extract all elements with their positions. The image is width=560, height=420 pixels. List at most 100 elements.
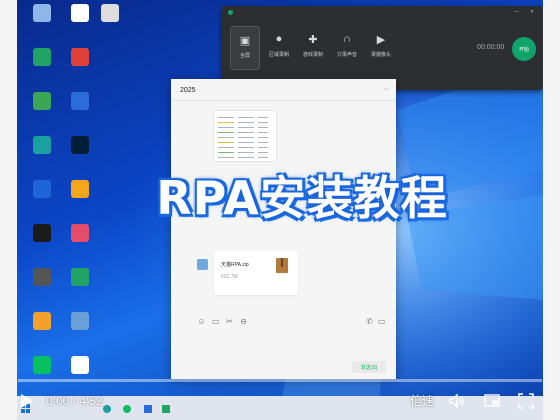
circle-icon: ● bbox=[275, 33, 283, 45]
app-icon bbox=[33, 180, 51, 198]
doc-text-line bbox=[218, 157, 234, 158]
doc-text-line bbox=[258, 122, 268, 123]
wechat-icon bbox=[33, 356, 51, 374]
current-time: 0:00 bbox=[46, 394, 70, 408]
recorder-tool-0[interactable]: ▣ 全屏 bbox=[230, 26, 260, 70]
time-separator: / bbox=[69, 394, 80, 408]
doc-text-line bbox=[238, 147, 254, 148]
player-controls: 0:00 / 4:52 倍速 bbox=[0, 388, 560, 418]
app-icon bbox=[71, 48, 89, 66]
doc-text-line bbox=[238, 152, 254, 153]
recorder-tool-4[interactable]: ▶ 录摄像头 bbox=[366, 26, 396, 70]
headphones-icon: ∩ bbox=[343, 33, 351, 45]
file-icon bbox=[101, 4, 119, 22]
desktop-icon[interactable] bbox=[25, 312, 59, 332]
app-icon bbox=[71, 224, 89, 242]
qq-icon bbox=[33, 224, 51, 242]
desktop-icon[interactable] bbox=[25, 136, 59, 156]
fullscreen-icon[interactable] bbox=[518, 393, 534, 409]
app-icon bbox=[33, 268, 51, 286]
desktop-icon[interactable] bbox=[63, 92, 97, 112]
app-icon bbox=[33, 48, 51, 66]
recording-timer: 00:00:00 bbox=[477, 44, 505, 51]
desktop-icon[interactable] bbox=[25, 4, 59, 24]
gamepad-icon: ✚ bbox=[308, 33, 318, 46]
chat-input-toolbar: ☺ ▭ ✂ ⊖ ✆ ▭ bbox=[197, 317, 387, 329]
video-player[interactable]: — ✕ ▣ 全屏 ● 区域录制 ✚ 游戏录制 ∩ 只录声音 ▶ 录摄像头 00:00:00 开始 … bbox=[0, 0, 560, 420]
recorder-tool-1[interactable]: ● 区域录制 bbox=[264, 26, 294, 70]
desktop-icon[interactable] bbox=[25, 224, 59, 244]
desktop-icon[interactable] bbox=[25, 48, 59, 68]
desktop-icon[interactable] bbox=[25, 180, 59, 200]
recorder-tool-label: 录摄像头 bbox=[370, 52, 391, 58]
picture-in-picture-icon[interactable] bbox=[484, 394, 500, 408]
recorder-tool-2[interactable]: ✚ 游戏录制 bbox=[298, 26, 328, 70]
doc-text-line bbox=[258, 142, 268, 143]
video-frame[interactable]: — ✕ ▣ 全屏 ● 区域录制 ✚ 游戏录制 ∩ 只录声音 ▶ 录摄像头 00:00:00 开始 … bbox=[17, 0, 543, 420]
time-display: 0:00 / 4:52 bbox=[46, 394, 103, 408]
zip-file-icon bbox=[276, 258, 288, 273]
file-icon bbox=[71, 356, 89, 374]
seek-bar[interactable] bbox=[18, 379, 542, 382]
chat-window: 2025 ··· 天猫RPA.zip 631.7M ☺ ▭ ✂ ⊖ ✆ ▭ 发送… bbox=[171, 79, 396, 379]
recorder-tool-3[interactable]: ∩ 只录声音 bbox=[332, 26, 362, 70]
doc-icon bbox=[71, 4, 89, 22]
desktop-icon[interactable] bbox=[25, 268, 59, 288]
minimize-icon[interactable]: — bbox=[514, 9, 519, 15]
desktop-icon[interactable] bbox=[63, 356, 97, 376]
video-call-icon[interactable]: ▭ bbox=[377, 317, 386, 326]
doc-text-line bbox=[258, 157, 268, 158]
play-button[interactable] bbox=[20, 393, 34, 409]
doc-text-line bbox=[238, 132, 254, 133]
doc-text-line bbox=[258, 127, 268, 128]
start-recording-button[interactable]: 开始 bbox=[512, 37, 536, 61]
doc-text-line bbox=[238, 117, 254, 118]
scissors-icon[interactable]: ✂ bbox=[225, 317, 234, 326]
fullscreen-icon: ▣ bbox=[239, 34, 251, 47]
history-icon[interactable]: ⊖ bbox=[239, 317, 248, 326]
doc-text-line bbox=[218, 147, 234, 148]
desktop-icon[interactable] bbox=[63, 4, 97, 24]
playback-speed-button[interactable]: 倍速 bbox=[410, 394, 434, 408]
desktop-icon[interactable] bbox=[63, 180, 97, 200]
desktop-icon[interactable] bbox=[25, 92, 59, 112]
desktop-icon[interactable] bbox=[63, 224, 97, 244]
more-icon[interactable]: ··· bbox=[383, 86, 390, 93]
doc-text-line bbox=[238, 127, 254, 128]
desktop-icon[interactable] bbox=[63, 136, 97, 156]
recorder-tool-label: 全屏 bbox=[239, 53, 250, 59]
app-icon bbox=[71, 312, 89, 330]
doc-text-line bbox=[218, 137, 234, 138]
doc-text-line bbox=[258, 137, 268, 138]
duration: 4:52 bbox=[79, 394, 103, 408]
folder-icon[interactable]: ▭ bbox=[211, 317, 220, 326]
avatar[interactable] bbox=[197, 259, 208, 270]
play-icon: ▶ bbox=[376, 33, 386, 46]
emoji-icon[interactable]: ☺ bbox=[197, 317, 206, 326]
screen-recorder-toolbar: — ✕ ▣ 全屏 ● 区域录制 ✚ 游戏录制 ∩ 只录声音 ▶ 录摄像头 00:00:00 开始 bbox=[222, 6, 543, 90]
send-button[interactable]: 发送(S) bbox=[352, 361, 386, 373]
phone-icon[interactable]: ✆ bbox=[365, 317, 374, 326]
doc-text-line bbox=[238, 157, 254, 158]
desktop-icon[interactable] bbox=[63, 268, 97, 288]
file-message[interactable]: 天猫RPA.zip 631.7M bbox=[214, 251, 298, 295]
doc-text-line bbox=[218, 152, 234, 153]
doc-text-line bbox=[218, 142, 234, 143]
desktop-icon[interactable] bbox=[63, 312, 97, 332]
app-icon bbox=[33, 92, 51, 110]
doc-text-line bbox=[258, 132, 268, 133]
shared-document-thumbnail[interactable] bbox=[213, 110, 277, 162]
recorder-tool-label: 区域录制 bbox=[268, 52, 289, 58]
desktop-icon[interactable] bbox=[63, 48, 97, 68]
volume-icon[interactable] bbox=[449, 393, 465, 409]
app-icon bbox=[33, 312, 51, 330]
video-title-overlay: RPA安装教程 bbox=[156, 171, 448, 225]
doc-text-line bbox=[258, 152, 268, 153]
app-icon bbox=[71, 180, 89, 198]
desktop-icon[interactable] bbox=[93, 4, 127, 22]
doc-text-line bbox=[218, 127, 234, 128]
excel-icon bbox=[71, 268, 89, 286]
desktop-icon[interactable] bbox=[25, 356, 59, 376]
recycle-bin-icon bbox=[33, 4, 51, 22]
close-icon[interactable]: ✕ bbox=[530, 9, 534, 15]
